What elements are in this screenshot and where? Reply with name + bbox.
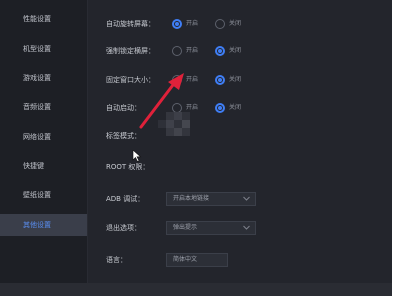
setting-row-auto-start: 自动启动： 开启 关闭 — [0, 98, 392, 118]
auto-rotate-on-radio[interactable] — [172, 19, 182, 29]
auto-start-off-radio[interactable] — [215, 103, 225, 113]
auto-start-label: 自动启动： — [106, 104, 141, 112]
language-select[interactable]: 简体中文 — [166, 253, 228, 267]
setting-row-auto-rotate: 自动旋转屏幕： 开启 关闭 — [0, 14, 392, 34]
adb-debug-label: ADB 调试： — [106, 195, 145, 203]
fixed-window-size-off-radio[interactable] — [215, 75, 225, 85]
auto-rotate-off-label[interactable]: 关闭 — [229, 14, 241, 34]
setting-row-fixed-window-size: 固定窗口大小： 开启 关闭 — [0, 70, 392, 90]
setting-row-force-landscape: 强制锁定横屏： 开启 关闭 — [0, 41, 392, 61]
language-label: 语言： — [106, 256, 127, 264]
adb-debug-select[interactable]: 开启本地链接 — [166, 192, 256, 206]
auto-start-off-label[interactable]: 关闭 — [229, 98, 241, 118]
exit-option-select[interactable]: 弹出提示 — [166, 221, 256, 235]
auto-rotate-label: 自动旋转屏幕： — [106, 20, 155, 28]
fixed-window-size-off-label[interactable]: 关闭 — [229, 70, 241, 90]
exit-option-value: 弹出提示 — [173, 224, 198, 231]
root-permission-label: ROOT 权限： — [106, 163, 150, 171]
tab-mode-label: 标签模式： — [106, 132, 141, 140]
force-landscape-label: 强制锁定横屏： — [106, 47, 155, 55]
chevron-down-icon — [243, 225, 250, 230]
red-arrow-annotation — [139, 73, 184, 129]
exit-option-label: 退出选项： — [106, 224, 141, 232]
force-landscape-on-radio[interactable] — [172, 46, 182, 56]
setting-row-root-permission: ROOT 权限： — [0, 157, 392, 177]
mouse-pointer-icon — [132, 150, 142, 162]
settings-window: 性能设置 机型设置 游戏设置 音频设置 网络设置 快捷键 壁纸设置 其他设置 自… — [0, 0, 392, 296]
force-landscape-on-label[interactable]: 开启 — [186, 41, 198, 61]
adb-debug-value: 开启本地链接 — [173, 195, 210, 202]
auto-rotate-off-radio[interactable] — [215, 19, 225, 29]
chevron-down-icon — [243, 196, 250, 201]
bottom-strip — [0, 283, 392, 296]
force-landscape-off-radio[interactable] — [215, 46, 225, 56]
language-value: 简体中文 — [173, 256, 198, 263]
auto-rotate-on-label[interactable]: 开启 — [186, 14, 198, 34]
force-landscape-off-label[interactable]: 关闭 — [229, 41, 241, 61]
setting-row-tab-mode: 标签模式： — [0, 126, 392, 146]
